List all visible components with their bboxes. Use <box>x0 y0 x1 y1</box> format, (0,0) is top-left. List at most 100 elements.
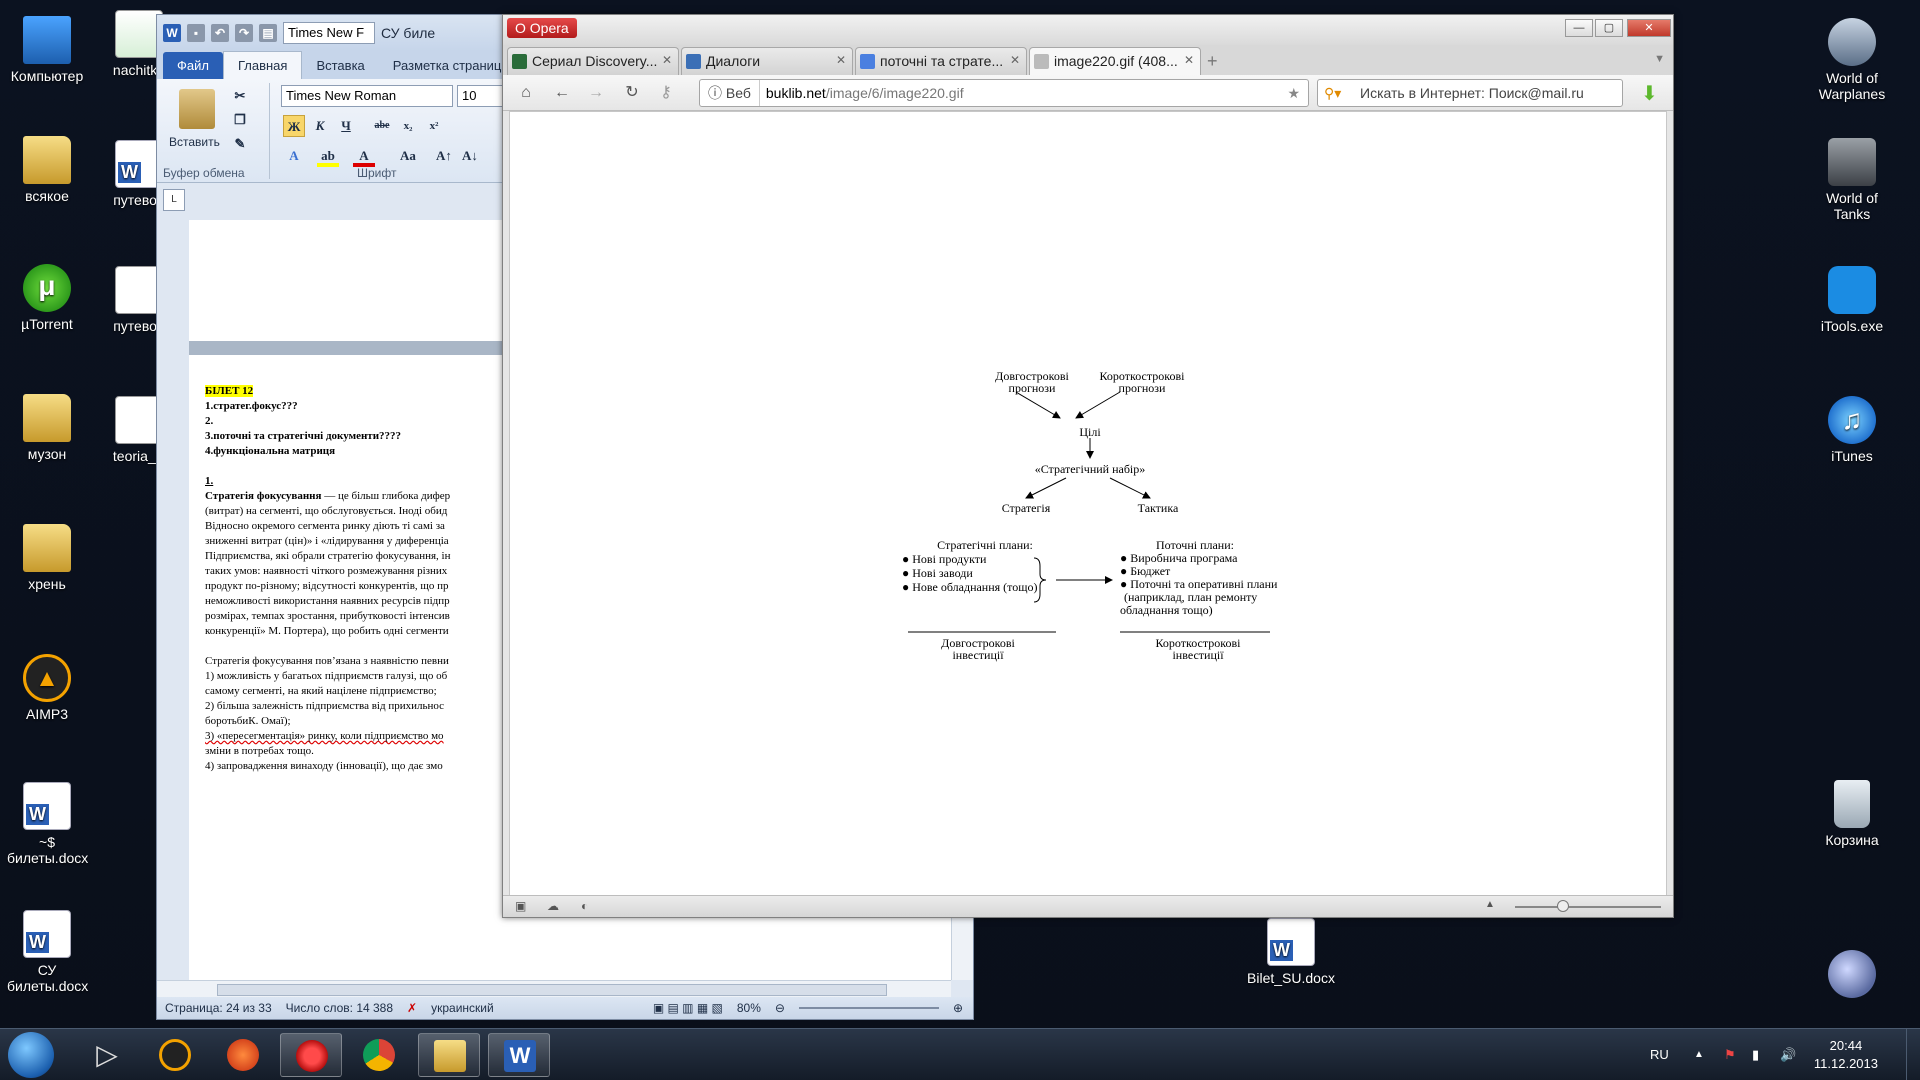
zoom-slider-up-icon[interactable]: ▲ <box>1485 899 1495 910</box>
panel-toggle-icon[interactable]: ▣ <box>515 899 526 913</box>
paste-button-label[interactable]: Вставить <box>169 135 220 149</box>
word-count[interactable]: Число слов: 14 388 <box>286 1001 393 1015</box>
desktop-icon-word-doc[interactable]: СУ билеты.docx <box>2 910 92 994</box>
opera-turbo-icon[interactable]: ◐ <box>581 899 588 913</box>
minimize-button[interactable]: — <box>1565 19 1593 37</box>
clock[interactable]: 20:44 11.12.2013 <box>1814 1037 1878 1073</box>
show-desktop-button[interactable] <box>1906 1029 1920 1080</box>
taskbar-aimp[interactable] <box>144 1033 206 1077</box>
maximize-button[interactable]: ▢ <box>1595 19 1623 37</box>
desktop-icon-recycle-bin[interactable]: Корзина <box>1807 780 1897 848</box>
tab-file[interactable]: Файл <box>163 52 223 79</box>
font-color-icon[interactable]: A <box>353 145 375 167</box>
cut-icon[interactable]: ✂ <box>229 85 251 107</box>
font-name-select[interactable]: Times New Roman <box>281 85 453 107</box>
desktop-icon-folder[interactable]: хрень <box>2 524 92 592</box>
desktop-icon-computer[interactable]: Компьютер <box>2 16 92 84</box>
desktop-icon-utorrent[interactable]: µTorrent <box>2 264 92 332</box>
desktop-icon-word-doc[interactable]: ~$ билеты.docx <box>2 782 92 866</box>
download-icon[interactable]: ⬇ <box>1641 81 1658 106</box>
web-security-badge[interactable]: ⓘ Веб <box>708 80 760 106</box>
search-input[interactable]: ⚲▾ Искать в Интернет: Поиск@mail.ru <box>1317 79 1623 107</box>
language-indicator[interactable]: украинский <box>431 1001 494 1015</box>
text-effects-icon[interactable]: A <box>283 145 305 167</box>
tab-close-icon[interactable]: ✕ <box>662 53 672 67</box>
desktop-icon-word-doc[interactable]: Bilet_SU.docx <box>1236 918 1346 986</box>
tab-image220[interactable]: image220.gif (408... ✕ <box>1029 47 1201 75</box>
desktop-icon-world-of-warplanes[interactable]: World of Warplanes <box>1807 18 1897 102</box>
desktop-icon-aimp[interactable]: AIMP3 <box>2 654 92 722</box>
new-tab-button[interactable]: + <box>1207 51 1218 72</box>
zoom-level[interactable]: 80% <box>737 1001 761 1015</box>
home-icon[interactable]: ⌂ <box>515 83 537 103</box>
desktop-icon-itools[interactable]: iTools.exe <box>1807 266 1897 334</box>
desktop-icon-world-of-tanks[interactable]: World of Tanks <box>1807 138 1897 222</box>
redo-icon[interactable]: ↷ <box>235 24 253 42</box>
tab-close-icon[interactable]: ✕ <box>1010 53 1020 67</box>
tab-page-layout[interactable]: Разметка страниц <box>379 52 516 79</box>
tab-google-search[interactable]: поточні та страте... ✕ <box>855 47 1027 75</box>
show-hidden-icons[interactable]: ▲ <box>1694 1029 1704 1080</box>
search-engine-icon[interactable]: ⚲▾ <box>1324 80 1341 106</box>
tab-close-icon[interactable]: ✕ <box>836 53 846 67</box>
key-icon[interactable]: ⚷ <box>655 83 677 103</box>
desktop-icon-folder[interactable]: музон <box>2 394 92 462</box>
print-icon[interactable]: ▤ <box>259 24 277 42</box>
highlight-color-icon[interactable]: ab <box>317 145 339 167</box>
tab-close-icon[interactable]: ✕ <box>1184 53 1194 67</box>
paste-icon[interactable] <box>179 89 215 129</box>
forward-icon[interactable]: → <box>585 83 607 103</box>
action-center-icon[interactable]: ⚑ <box>1724 1029 1736 1080</box>
opera-unite-icon[interactable]: ☁ <box>547 899 559 913</box>
ruler-toggle-button[interactable]: L <box>163 189 185 211</box>
taskbar-explorer[interactable] <box>418 1033 480 1077</box>
taskbar-chrome[interactable] <box>348 1033 410 1077</box>
horizontal-scroll-thumb[interactable] <box>217 984 887 996</box>
zoom-in-icon[interactable]: ⊕ <box>953 1001 963 1015</box>
change-case-button[interactable]: Aa <box>393 145 423 167</box>
tab-insert[interactable]: Вставка <box>302 52 378 79</box>
start-button[interactable] <box>8 1032 54 1078</box>
format-painter-icon[interactable]: ✎ <box>229 133 251 155</box>
taskbar-opera[interactable] <box>280 1033 342 1077</box>
copy-icon[interactable]: ❐ <box>229 109 251 131</box>
taskbar-word[interactable]: W <box>488 1033 550 1077</box>
undo-icon[interactable]: ↶ <box>211 24 229 42</box>
desktop-icon-folder[interactable]: всякое <box>2 136 92 204</box>
bookmark-star-icon[interactable]: ★ <box>1287 80 1300 106</box>
page-count[interactable]: Страница: 24 из 33 <box>165 1001 272 1015</box>
page-zoom-thumb[interactable] <box>1557 900 1569 912</box>
reload-icon[interactable]: ↻ <box>621 83 643 103</box>
view-buttons[interactable]: ▣ ▤ ▥ ▦ ▧ <box>653 1001 723 1015</box>
language-indicator[interactable]: RU <box>1650 1029 1669 1080</box>
superscript-button[interactable]: x² <box>423 115 445 137</box>
spellcheck-icon[interactable]: ✗ <box>407 1001 417 1015</box>
page-zoom-slider[interactable] <box>1515 906 1661 908</box>
subscript-button[interactable]: x₂ <box>397 115 419 137</box>
taskbar-app[interactable] <box>212 1033 274 1077</box>
desktop-gadget[interactable] <box>1822 950 1882 1002</box>
zoom-out-icon[interactable]: ⊖ <box>775 1001 785 1015</box>
tab-home[interactable]: Главная <box>222 51 303 79</box>
volume-icon[interactable]: 🔊 <box>1780 1029 1796 1080</box>
horizontal-scrollbar[interactable] <box>157 980 951 998</box>
tab-dialogs[interactable]: Диалоги ✕ <box>681 47 853 75</box>
italic-button[interactable]: К <box>309 115 331 137</box>
strikethrough-button[interactable]: abe <box>371 115 393 137</box>
address-input[interactable]: ⓘ Веб buklib.net/image/6/image220.gif ★ <box>699 79 1309 107</box>
bold-button[interactable]: Ж <box>283 115 305 137</box>
tab-serial-discovery[interactable]: Сериал Discovery... ✕ <box>507 47 679 75</box>
quick-font-box[interactable]: Times New F <box>283 22 375 44</box>
opera-menu-button[interactable]: O Opera <box>507 18 577 38</box>
zoom-slider[interactable] <box>798 1007 939 1009</box>
taskbar-media-player[interactable]: ▷ <box>76 1033 138 1077</box>
network-icon[interactable]: ▮ <box>1752 1029 1759 1080</box>
underline-button[interactable]: Ч <box>335 115 357 137</box>
tab-menu-icon[interactable]: ▼ <box>1654 53 1665 65</box>
back-icon[interactable]: ← <box>551 83 573 103</box>
font-size-select[interactable]: 10 <box>457 85 505 107</box>
desktop-icon-itunes[interactable]: iTunes <box>1807 396 1897 464</box>
shrink-font-icon[interactable]: A↓ <box>459 145 481 167</box>
save-icon[interactable]: ▪ <box>187 24 205 42</box>
grow-font-icon[interactable]: A↑ <box>433 145 455 167</box>
